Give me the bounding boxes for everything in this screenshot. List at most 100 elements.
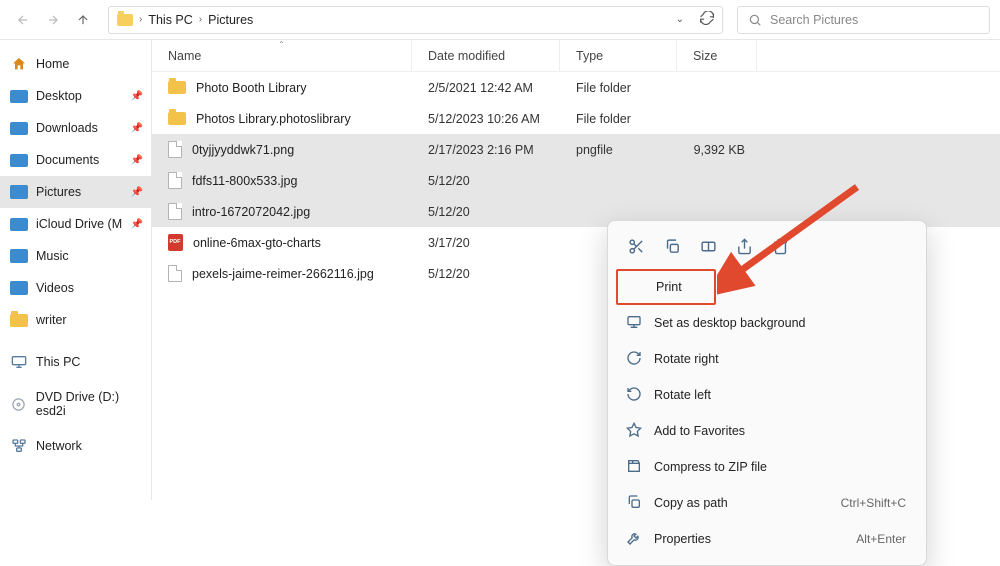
file-icon	[168, 172, 182, 189]
network-icon	[10, 439, 28, 453]
file-date: 5/12/20	[412, 205, 560, 219]
context-menu-label: Print	[656, 280, 682, 294]
file-date: 2/17/2023 2:16 PM	[412, 143, 560, 157]
sidebar-item-label: Pictures	[36, 185, 81, 199]
file-row[interactable]: Photos Library.photoslibrary 5/12/2023 10…	[152, 103, 1000, 134]
sidebar-item-documents[interactable]: Documents📌	[0, 144, 151, 176]
column-type[interactable]: Type	[560, 40, 677, 71]
file-list: ⌃ Name Date modified Type Size Photo Boo…	[152, 40, 1000, 500]
sidebar-item-home[interactable]: Home	[0, 48, 151, 80]
context-menu-add-to-favorites[interactable]: Add to Favorites	[616, 413, 918, 449]
star-icon	[626, 422, 642, 441]
sidebar-item-videos[interactable]: Videos	[0, 272, 151, 304]
sidebar-group-label: Network	[36, 439, 82, 453]
context-menu-label: Rotate left	[654, 388, 711, 402]
column-name[interactable]: ⌃ Name	[152, 40, 412, 71]
rot-right-icon	[626, 350, 642, 369]
file-name: Photo Booth Library	[196, 81, 307, 95]
cut-icon[interactable]	[620, 231, 652, 261]
folder-icon	[168, 81, 186, 94]
shortcut-label: Alt+Enter	[856, 532, 906, 546]
context-menu-compress-to-zip-file[interactable]: Compress to ZIP file	[616, 449, 918, 485]
shortcut-label: Ctrl+Shift+C	[841, 496, 906, 510]
file-name: fdfs11-800x533.jpg	[192, 174, 297, 188]
file-icon	[168, 203, 182, 220]
file-name: 0tyjjyyddwk71.png	[192, 143, 294, 157]
wrench-icon	[626, 530, 642, 549]
file-date: 5/12/20	[412, 174, 560, 188]
context-menu-rotate-left[interactable]: Rotate left	[616, 377, 918, 413]
pin-icon: 📌	[131, 219, 143, 230]
file-name: online-6max-gto-charts	[193, 236, 321, 250]
breadcrumb-segment[interactable]: Pictures	[208, 13, 253, 27]
sidebar-item-writer[interactable]: writer	[0, 304, 151, 336]
sidebar-item-label: Downloads	[36, 121, 98, 135]
context-menu: Print Set as desktop background Rotate rig…	[607, 220, 927, 566]
context-menu-properties[interactable]: Properties Alt+Enter	[616, 521, 918, 557]
sidebar-group-this-pc[interactable]: This PC	[0, 346, 151, 378]
context-menu-label: Copy as path	[654, 496, 728, 510]
folder-icon	[117, 14, 133, 26]
sidebar-item-desktop[interactable]: Desktop 📌	[0, 80, 151, 112]
file-date: 5/12/2023 10:26 AM	[412, 112, 560, 126]
file-date: 5/12/20	[412, 267, 560, 281]
sidebar-group-label: This PC	[36, 355, 80, 369]
context-menu-label: Properties	[654, 532, 711, 546]
delete-icon[interactable]	[764, 231, 796, 261]
search-input[interactable]: Search Pictures	[737, 6, 990, 34]
folder-icon	[168, 112, 186, 125]
folder-icon	[10, 153, 28, 167]
file-date: 2/5/2021 12:42 AM	[412, 81, 560, 95]
breadcrumb-segment[interactable]: This PC	[148, 13, 192, 27]
folder-icon	[10, 217, 28, 231]
folder-icon	[10, 314, 28, 327]
zip-icon	[626, 458, 642, 477]
column-size[interactable]: Size	[677, 40, 757, 71]
context-menu-rotate-right[interactable]: Rotate right	[616, 341, 918, 377]
context-menu-copy-as-path[interactable]: Copy as path Ctrl+Shift+C	[616, 485, 918, 521]
music-icon	[10, 249, 28, 263]
sidebar-item-label: iCloud Drive (M	[36, 217, 122, 231]
file-icon	[168, 265, 182, 282]
pictures-icon	[10, 185, 28, 199]
sidebar-item-label: Home	[36, 57, 69, 71]
sidebar-item-music[interactable]: Music	[0, 240, 151, 272]
sidebar-group-label: DVD Drive (D:) esd2i	[36, 390, 151, 418]
sidebar-item-label: Desktop	[36, 89, 82, 103]
history-dropdown-icon[interactable]: ⌄	[676, 14, 684, 25]
file-row[interactable]: 0tyjjyyddwk71.png 2/17/2023 2:16 PMpngfil…	[152, 134, 1000, 165]
sidebar-item-icloud-drive-m[interactable]: iCloud Drive (M 📌	[0, 208, 151, 240]
address-bar[interactable]: › This PC › Pictures ⌄	[108, 6, 723, 34]
nav-forward-button[interactable]	[41, 8, 65, 32]
pin-icon: 📌	[131, 91, 143, 102]
file-type: pngfile	[560, 143, 677, 157]
share-icon[interactable]	[728, 231, 760, 261]
sort-indicator-icon: ⌃	[278, 40, 285, 49]
copy-icon[interactable]	[656, 231, 688, 261]
dvd-icon	[10, 397, 28, 411]
sidebar-item-label: Music	[36, 249, 69, 263]
file-icon	[168, 141, 182, 158]
context-menu-set-as-desktop-background[interactable]: Set as desktop background	[616, 305, 918, 341]
rename-icon[interactable]	[692, 231, 724, 261]
file-row[interactable]: Photo Booth Library2/5/2021 12:42 AMFile…	[152, 72, 1000, 103]
column-date[interactable]: Date modified	[412, 40, 560, 71]
chevron-right-icon: ›	[199, 14, 202, 25]
nav-up-button[interactable]	[71, 8, 95, 32]
sidebar-item-pictures[interactable]: Pictures 📌	[0, 176, 151, 208]
file-size: 9,392 KB	[677, 143, 757, 157]
context-menu-print[interactable]: Print	[616, 269, 716, 305]
file-name: Photos Library.photoslibrary	[196, 112, 351, 126]
pin-icon: 📌	[131, 187, 143, 198]
context-menu-label: Compress to ZIP file	[654, 460, 767, 474]
file-name: pexels-jaime-reimer-2662116.jpg	[192, 267, 374, 281]
sidebar-group-dvd-drive-d-esd2i[interactable]: DVD Drive (D:) esd2i	[0, 388, 151, 420]
nav-back-button[interactable]	[11, 8, 35, 32]
file-name: intro-1672072042.jpg	[192, 205, 310, 219]
sidebar-group-network[interactable]: Network	[0, 430, 151, 462]
file-row[interactable]: fdfs11-800x533.jpg 5/12/20	[152, 165, 1000, 196]
sidebar-item-downloads[interactable]: Downloads📌	[0, 112, 151, 144]
refresh-icon[interactable]	[700, 11, 714, 28]
context-menu-label: Add to Favorites	[654, 424, 745, 438]
context-menu-label: Rotate right	[654, 352, 719, 366]
